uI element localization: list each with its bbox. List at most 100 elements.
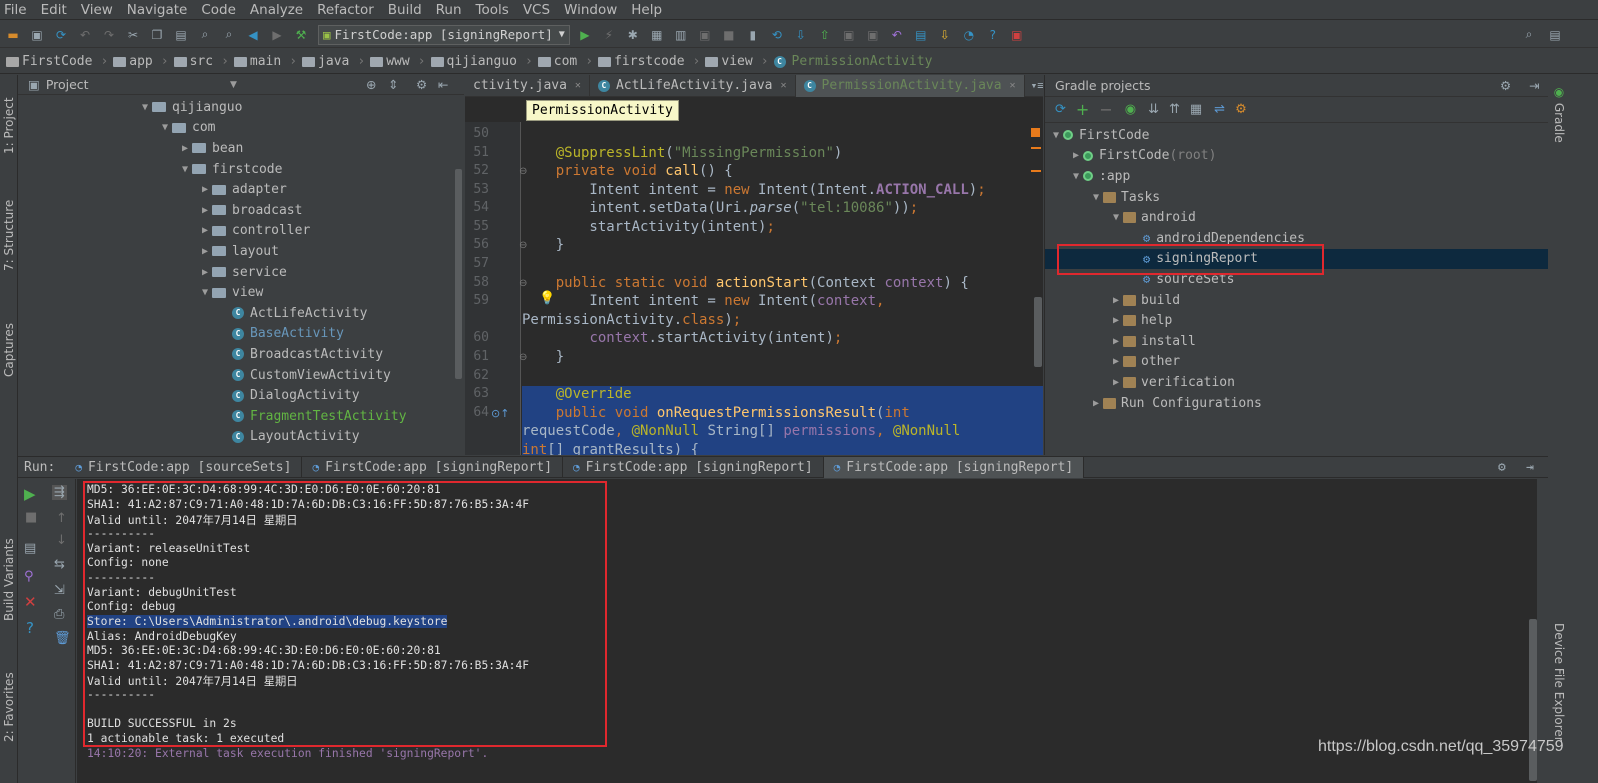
- make-project-icon[interactable]: ⚒: [292, 27, 310, 43]
- tree-item[interactable]: ▶ bean: [18, 138, 464, 159]
- project-structure-icon[interactable]: ▤: [912, 27, 930, 43]
- menu-vcs[interactable]: VCS: [523, 2, 550, 18]
- vcs-history-icon[interactable]: ▣: [864, 27, 882, 43]
- gradle-tree-item[interactable]: ▼ android: [1045, 207, 1548, 228]
- tree-item[interactable]: C BroadcastActivity: [18, 344, 464, 365]
- chevron-right-icon[interactable]: ▶: [1109, 377, 1123, 388]
- scroll-down-icon[interactable]: ↓: [56, 533, 67, 548]
- print-icon[interactable]: ⎙: [54, 607, 64, 622]
- tree-item[interactable]: ▼ view: [18, 282, 464, 303]
- run-tab[interactable]: ◔ FirstCode:app [signingReport]: [302, 456, 564, 478]
- editor-tab[interactable]: C ActLifeActivity.java ✕: [590, 75, 796, 97]
- menu-navigate[interactable]: Navigate: [127, 2, 188, 18]
- close-icon[interactable]: ✕: [781, 80, 787, 91]
- locate-icon[interactable]: ⊕: [366, 77, 376, 92]
- run-tab[interactable]: ◔ FirstCode:app [sourceSets]: [65, 456, 303, 478]
- menu-run[interactable]: Run: [436, 2, 462, 18]
- settings-gear-icon[interactable]: ⚙: [416, 77, 427, 92]
- search-everywhere-icon[interactable]: ⌕: [1520, 27, 1538, 43]
- run-tab[interactable]: ◔ FirstCode:app [signingReport]: [823, 456, 1085, 478]
- editor-tab[interactable]: ctivity.java ✕: [465, 75, 590, 97]
- breadcrumb-item[interactable]: qijianguo: [430, 54, 517, 69]
- copy-icon[interactable]: ❐: [148, 27, 166, 43]
- redo-icon[interactable]: ↷: [100, 27, 118, 43]
- menu-edit[interactable]: Edit: [41, 2, 67, 18]
- chevron-down-icon[interactable]: ▼: [230, 80, 237, 90]
- paste-icon[interactable]: ▤: [172, 27, 190, 43]
- run-configuration-select[interactable]: ▣ FirstCode:app [signingReport] ▼: [318, 24, 570, 45]
- wrap-text-icon[interactable]: ⇆: [54, 557, 65, 572]
- tree-item[interactable]: ▶ controller: [18, 221, 464, 242]
- tab-captures[interactable]: Captures: [0, 310, 18, 390]
- close-icon[interactable]: ✕: [1010, 80, 1016, 91]
- clear-all-icon[interactable]: 🗑: [54, 631, 71, 646]
- coverage-icon[interactable]: ▦: [648, 27, 666, 43]
- chevron-right-icon[interactable]: ▶: [178, 143, 192, 154]
- expand-all-icon[interactable]: ⇊: [1148, 102, 1159, 117]
- debug-icon[interactable]: ✱: [624, 27, 642, 43]
- find-icon[interactable]: ⌕: [196, 27, 214, 43]
- tree-item[interactable]: ▶ service: [18, 262, 464, 283]
- group-tasks-icon[interactable]: ▦: [1190, 102, 1202, 117]
- project-panel-title[interactable]: Project: [46, 77, 89, 92]
- chevron-right-icon[interactable]: ▶: [1109, 295, 1123, 306]
- code-area[interactable]: @SuppressLint("MissingPermission") priva…: [522, 122, 1033, 455]
- cut-icon[interactable]: ✂: [124, 27, 142, 43]
- tree-item[interactable]: C FragmentTestActivity: [18, 406, 464, 427]
- tree-item[interactable]: ▼ qijianguo: [18, 97, 464, 118]
- scroll-to-end-icon[interactable]: ⇲: [54, 583, 65, 598]
- menu-file[interactable]: File: [4, 2, 27, 18]
- run-tab[interactable]: ◔ FirstCode:app [signingReport]: [563, 456, 824, 478]
- gradle-tree-item[interactable]: ▶ install: [1045, 331, 1548, 352]
- rerun-icon[interactable]: ▶: [24, 485, 36, 503]
- console-scrollbar[interactable]: [1529, 619, 1537, 781]
- gradle-tree-item[interactable]: ▶ FirstCode (root): [1045, 146, 1548, 167]
- chevron-down-icon[interactable]: ▼: [1089, 192, 1103, 203]
- chevron-down-icon[interactable]: ▼: [1109, 212, 1123, 223]
- back-icon[interactable]: ◀: [244, 27, 262, 43]
- gradle-tree-item[interactable]: ▶ other: [1045, 352, 1548, 373]
- tree-item[interactable]: ▶ broadcast: [18, 200, 464, 221]
- attach-debugger-icon[interactable]: ▣: [696, 27, 714, 43]
- chevron-down-icon[interactable]: ▼: [1049, 130, 1063, 141]
- chevron-right-icon[interactable]: ▶: [198, 184, 212, 195]
- settings-gear-icon[interactable]: ⚙: [1498, 460, 1506, 475]
- gradle-tree-item[interactable]: ▶ verification: [1045, 372, 1548, 393]
- breadcrumb-item[interactable]: com: [537, 54, 577, 69]
- hide-panel-icon[interactable]: ⇤: [438, 77, 448, 92]
- close-icon[interactable]: ✕: [575, 80, 581, 91]
- gradle-tree-item[interactable]: ▼:app: [1045, 166, 1548, 187]
- gradle-tree-item[interactable]: ▶ Run Configurations: [1045, 393, 1548, 414]
- chevron-right-icon[interactable]: ▶: [1089, 398, 1103, 409]
- tree-item[interactable]: ▼ com: [18, 118, 464, 139]
- chevron-right-icon[interactable]: ▶: [1069, 150, 1083, 161]
- collapse-icon[interactable]: ⇕: [388, 77, 398, 92]
- chevron-right-icon[interactable]: ▶: [198, 205, 212, 216]
- save-icon[interactable]: ▣: [28, 27, 46, 43]
- gradle-tree-item[interactable]: ▶ build: [1045, 290, 1548, 311]
- undo-icon[interactable]: ↶: [76, 27, 94, 43]
- stop-icon[interactable]: ■: [25, 510, 37, 525]
- pin-tab-icon[interactable]: ⚲: [24, 569, 34, 584]
- menu-build[interactable]: Build: [388, 2, 422, 18]
- apply-changes-icon[interactable]: ⚡: [600, 27, 618, 43]
- remove-icon[interactable]: −: [1099, 100, 1112, 119]
- chevron-right-icon[interactable]: ▶: [1109, 315, 1123, 326]
- lightbulb-icon[interactable]: 💡: [539, 291, 555, 306]
- avd-manager-icon[interactable]: ▮: [744, 27, 762, 43]
- refresh-icon[interactable]: ⟳: [1055, 102, 1066, 117]
- window-icon[interactable]: ▤: [1546, 27, 1564, 43]
- breadcrumb-item[interactable]: C PermissionActivity: [773, 54, 932, 69]
- breadcrumb-item[interactable]: www: [370, 54, 410, 69]
- sdk-manager-icon[interactable]: ⟲: [768, 27, 786, 43]
- tab-favorites[interactable]: 2: Favorites: [0, 660, 18, 755]
- breadcrumb-item[interactable]: FirstCode: [6, 54, 92, 69]
- override-marker-icon[interactable]: ⊙↑: [491, 407, 509, 420]
- settings-gear-icon[interactable]: ⚙: [1500, 78, 1511, 93]
- vcs-commit-icon[interactable]: ⇧: [816, 27, 834, 43]
- tab-list-icon[interactable]: ▾≡: [1031, 79, 1043, 92]
- gradle-settings-icon[interactable]: ⚙: [1235, 102, 1247, 117]
- tree-item[interactable]: C DialogActivity: [18, 385, 464, 406]
- gradle-tree-item[interactable]: ▶ help: [1045, 310, 1548, 331]
- add-icon[interactable]: +: [1076, 100, 1089, 119]
